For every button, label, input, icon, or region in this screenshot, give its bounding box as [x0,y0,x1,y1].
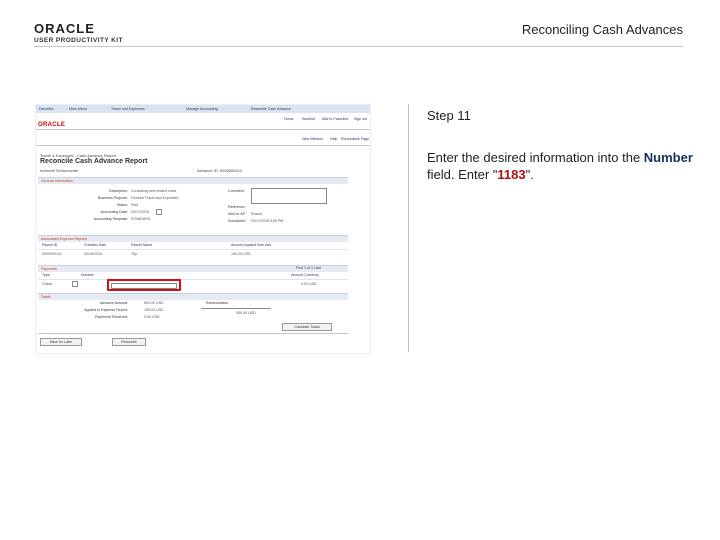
description-label: Description: [109,189,128,193]
logo-subtext: USER PRODUCTIVITY KIT [34,37,123,44]
menu-bar: Favorites Main Menu Travel and Expenses … [36,105,370,113]
assoc-reports-section: Associated Expense Reports [38,235,348,242]
payments-received-value: 0.00 USD [144,315,160,319]
totals-section: Totals [38,293,348,300]
assoc-report-id[interactable]: 0000000141 [42,252,62,256]
assoc-report-name: Trip [131,252,138,256]
link-sign-out[interactable]: Sign out [354,117,367,121]
number-field-highlight [107,279,181,291]
instruction-middle: field. Enter " [427,167,498,182]
step-label: Step 11 [427,108,471,123]
subheader-divider [36,145,370,146]
status-value: Paid [131,203,139,207]
assoc-creation-date: 03/18/2016 [84,252,102,256]
col-amount-currency: Amount Currency [291,273,319,277]
link-help[interactable]: Help [330,137,337,141]
step-instruction: Enter the desired information into the N… [427,149,697,183]
status-label: Status: [116,203,128,207]
advance-amount-value: 500.00 USD [144,301,164,305]
save-for-later-button[interactable]: Save for Later [40,338,82,346]
page-title: Reconciling Cash Advances [521,22,683,37]
instruction-entry-value: 1183 [497,167,526,182]
assoc-amount: 150.00 USD [231,252,251,256]
col-creation-date: Creation Date [84,243,107,247]
purpose-value: General Travel and Expenses [131,196,179,200]
general-info-label: General Information [41,179,73,183]
advance-id: Advance ID: 0000000012 [197,168,243,173]
template-label: Accounting Template: [93,217,128,221]
brand-divider [36,129,370,130]
col-type: Type [42,273,50,277]
instruction-suffix: ". [525,167,534,182]
payment-amount[interactable]: 0.00 USD [301,282,317,286]
col-amount-applied: Amount Applied from Adv [231,243,272,247]
nav-main-menu[interactable]: Main Menu [69,107,87,111]
assoc-header-rule [38,249,348,250]
assoc-reports-label: Associated Expense Reports [41,237,88,241]
col-number: Number [81,273,94,277]
accounting-date-value[interactable]: 03/17/2016 [131,210,149,214]
link-add-favorites[interactable]: Add to Favorites [322,117,348,121]
nav-manage-accounting[interactable]: Manage Accounting [186,107,218,111]
purpose-label: Business Purpose: [98,196,128,200]
link-new-window[interactable]: New Window [302,137,323,141]
oracle-logo: ORACLE USER PRODUCTIVITY KIT [34,22,124,44]
link-personalize[interactable]: Personalize Page [341,137,369,141]
payments-label: Payments [41,267,57,271]
footer-divider [38,333,348,334]
template-value: STANDARD [131,217,151,221]
sent-ap-label: Sent to AP: [228,212,246,216]
payment-type-select[interactable]: Check [42,282,52,286]
description-value: Consulting and related costs [131,189,177,193]
comment-label: Comment: [228,189,245,193]
reconciliation-value: 350.00 USD [236,311,256,315]
logo-text: ORACLE [34,21,95,36]
instruction-field-name: Number [643,150,693,165]
report-title: Reconcile Cash Advance Report [40,158,148,165]
col-report-id: Report ID [42,243,58,247]
calculate-totals-button[interactable]: Calculate Totals [282,323,332,331]
reference-label: Reference: [228,205,246,209]
dropdown-icon[interactable] [72,281,78,287]
general-info-section[interactable]: General Information [38,177,348,184]
totals-label: Totals [41,295,51,299]
reconcile-button[interactable]: Reconcile [112,338,146,346]
accounting-date-label: Accounting Date: [100,210,128,214]
payments-header-rule [38,279,348,280]
payments-nav[interactable]: First 1 of 1 Last [296,266,321,270]
applied-label: Applied to Expense Report: [84,308,128,312]
nav-reconcile-cash-advance[interactable]: Reconcile Cash Advance [251,107,291,111]
link-home[interactable]: Home [284,117,294,121]
advance-amount-label: Advance Amount: [99,301,128,305]
calendar-icon[interactable] [156,209,162,215]
brand-logo: ORACLE [38,122,66,128]
reconciliation-label: Reconciliation [206,301,229,305]
sent-ap-value: Posted [251,212,263,216]
application-screenshot: Favorites Main Menu Travel and Expenses … [35,104,371,354]
content-divider [408,104,409,352]
scheduled-value: 03/17/2016 9:00 PM [251,219,284,223]
scheduled-label: Scheduled: [228,219,246,223]
col-report-name: Report Name [131,243,153,247]
instruction-prefix: Enter the desired information into the [427,150,644,165]
nav-favorites[interactable]: Favorites [39,107,54,111]
applied-value: 150.00 USD [144,308,164,312]
link-worklist[interactable]: Worklist [302,117,315,121]
payments-received-label: Payments Received: [95,315,128,319]
comment-field[interactable] [251,188,327,204]
employee-name: Kenneth Schumacher [40,168,79,173]
header-divider [34,46,683,47]
nav-travel-expenses[interactable]: Travel and Expenses [111,107,145,111]
totals-divider [201,308,271,309]
